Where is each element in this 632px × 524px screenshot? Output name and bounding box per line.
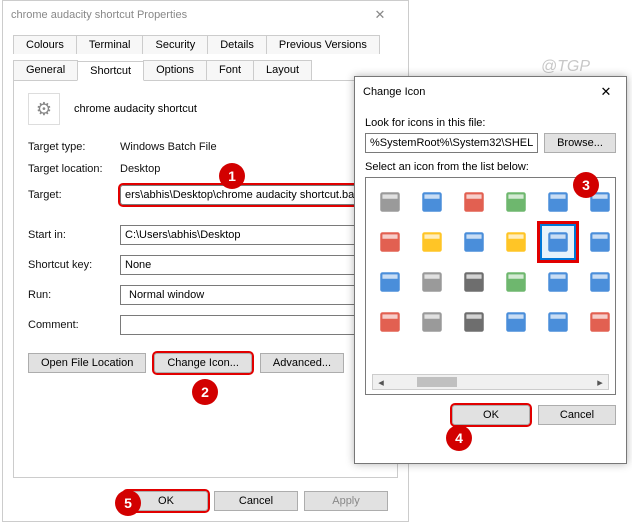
tab-font[interactable]: Font	[206, 60, 254, 80]
lookfor-row: Browse...	[365, 133, 616, 153]
font-a2-icon[interactable]	[372, 304, 408, 340]
watermark: @TGP	[541, 58, 590, 76]
apps-icon[interactable]	[456, 184, 492, 220]
tab-general[interactable]: General	[13, 60, 78, 80]
properties-titlebar: chrome audacity shortcut Properties ✕	[3, 1, 408, 29]
properties-window: chrome audacity shortcut Properties ✕ Co…	[2, 0, 409, 522]
target-row: Target:	[28, 185, 383, 205]
change-icon-title: Change Icon	[363, 86, 594, 98]
tab-options[interactable]: Options	[143, 60, 207, 80]
target-label: Target:	[28, 189, 120, 201]
annotation-2: 2	[192, 379, 218, 405]
picture-icon[interactable]	[582, 224, 618, 260]
swatch-icon[interactable]	[582, 304, 618, 340]
mail-icon[interactable]	[498, 224, 534, 260]
target-location-label: Target location:	[28, 163, 120, 175]
font-a-icon[interactable]	[372, 224, 408, 260]
comment-label: Comment:	[28, 319, 120, 331]
icon-grid	[372, 184, 609, 340]
target-input[interactable]	[120, 185, 383, 205]
disc-icon[interactable]	[414, 264, 450, 300]
warning-icon[interactable]	[414, 224, 450, 260]
scroll-right-icon[interactable]: ▸	[592, 376, 608, 389]
startin-label: Start in:	[28, 229, 120, 241]
save-icon[interactable]	[498, 304, 534, 340]
font-tt-icon[interactable]	[372, 264, 408, 300]
tab-colours[interactable]: Colours	[13, 35, 77, 54]
select-label: Select an icon from the list below:	[365, 161, 616, 173]
change-icon-buttons: OK Cancel	[365, 405, 616, 425]
monitor-selected-icon[interactable]	[540, 224, 576, 260]
browse-button[interactable]: Browse...	[544, 133, 616, 153]
windows-icon[interactable]	[540, 264, 576, 300]
tab-security[interactable]: Security	[142, 35, 208, 54]
shortcut-name: chrome audacity shortcut	[74, 103, 197, 115]
lookfor-input[interactable]	[365, 133, 538, 153]
annotation-5: 5	[115, 490, 141, 516]
printer-check-icon[interactable]	[456, 224, 492, 260]
change-icon-window: Change Icon ✕ Look for icons in this fil…	[354, 76, 627, 464]
print2-icon[interactable]	[456, 304, 492, 340]
tab-previous-versions[interactable]: Previous Versions	[266, 35, 380, 54]
target-location-value: Desktop	[120, 163, 160, 175]
icon-ok-button[interactable]: OK	[452, 405, 530, 425]
tab-terminal[interactable]: Terminal	[76, 35, 144, 54]
monitor2-icon[interactable]	[582, 264, 618, 300]
properties-dialog-buttons: OK Cancel Apply	[124, 491, 388, 511]
shortcut-key-row: Shortcut key:	[28, 255, 383, 275]
close-icon[interactable]: ✕	[594, 84, 618, 100]
window-icon[interactable]	[414, 184, 450, 220]
change-icon-titlebar: Change Icon ✕	[355, 77, 626, 107]
globe-icon[interactable]	[540, 304, 576, 340]
close-icon[interactable]: ✕	[360, 7, 400, 23]
run-row: Run: Normal window	[28, 285, 383, 305]
target-location-row: Target location: Desktop	[28, 163, 383, 175]
change-icon-button[interactable]: Change Icon...	[154, 353, 252, 373]
annotation-4: 4	[446, 425, 472, 451]
shortcut-buttons: Open File Location Change Icon... Advanc…	[28, 353, 383, 373]
icon-cancel-button[interactable]: Cancel	[538, 405, 616, 425]
startin-row: Start in:	[28, 225, 383, 245]
comment-input[interactable]	[120, 315, 383, 335]
run-select[interactable]: Normal window	[120, 285, 383, 305]
target-type-row: Target type: Windows Batch File	[28, 141, 383, 153]
properties-title: chrome audacity shortcut Properties	[11, 9, 360, 21]
icon-list: ◂ ▸	[365, 177, 616, 395]
apply-button[interactable]: Apply	[304, 491, 388, 511]
monitor-icon[interactable]	[540, 184, 576, 220]
gear-document-icon[interactable]	[372, 184, 408, 220]
annotation-3: 3	[573, 172, 599, 198]
target-type-label: Target type:	[28, 141, 120, 153]
tab-content: ⚙ chrome audacity shortcut Target type: …	[13, 80, 398, 478]
lookfor-label: Look for icons in this file:	[365, 117, 616, 129]
tabs-row-2: General Shortcut Options Font Layout	[13, 60, 398, 80]
shortcut-header: ⚙ chrome audacity shortcut	[28, 93, 383, 125]
startin-input[interactable]	[120, 225, 383, 245]
shortcut-key-label: Shortcut key:	[28, 259, 120, 271]
cancel-button[interactable]: Cancel	[214, 491, 298, 511]
printer-icon[interactable]	[456, 264, 492, 300]
tab-shortcut[interactable]: Shortcut	[77, 61, 144, 81]
scroll-thumb[interactable]	[417, 377, 457, 387]
tab-details[interactable]: Details	[207, 35, 267, 54]
run-label: Run:	[28, 289, 120, 301]
scroll-left-icon[interactable]: ◂	[373, 376, 389, 389]
tabs-row-1: Colours Terminal Security Details Previo…	[13, 35, 398, 54]
annotation-1: 1	[219, 163, 245, 189]
tree-icon[interactable]	[498, 184, 534, 220]
open-file-location-button[interactable]: Open File Location	[28, 353, 146, 373]
checkmark-icon[interactable]	[498, 264, 534, 300]
horizontal-scrollbar[interactable]: ◂ ▸	[372, 374, 609, 390]
advanced-button[interactable]: Advanced...	[260, 353, 344, 373]
change-icon-body: Look for icons in this file: Browse... S…	[355, 107, 626, 435]
gear-icon: ⚙	[28, 93, 60, 125]
tab-layout[interactable]: Layout	[253, 60, 312, 80]
target-type-value: Windows Batch File	[120, 141, 217, 153]
comment-row: Comment:	[28, 315, 383, 335]
shortcut-key-input[interactable]	[120, 255, 383, 275]
scanner-icon[interactable]	[414, 304, 450, 340]
